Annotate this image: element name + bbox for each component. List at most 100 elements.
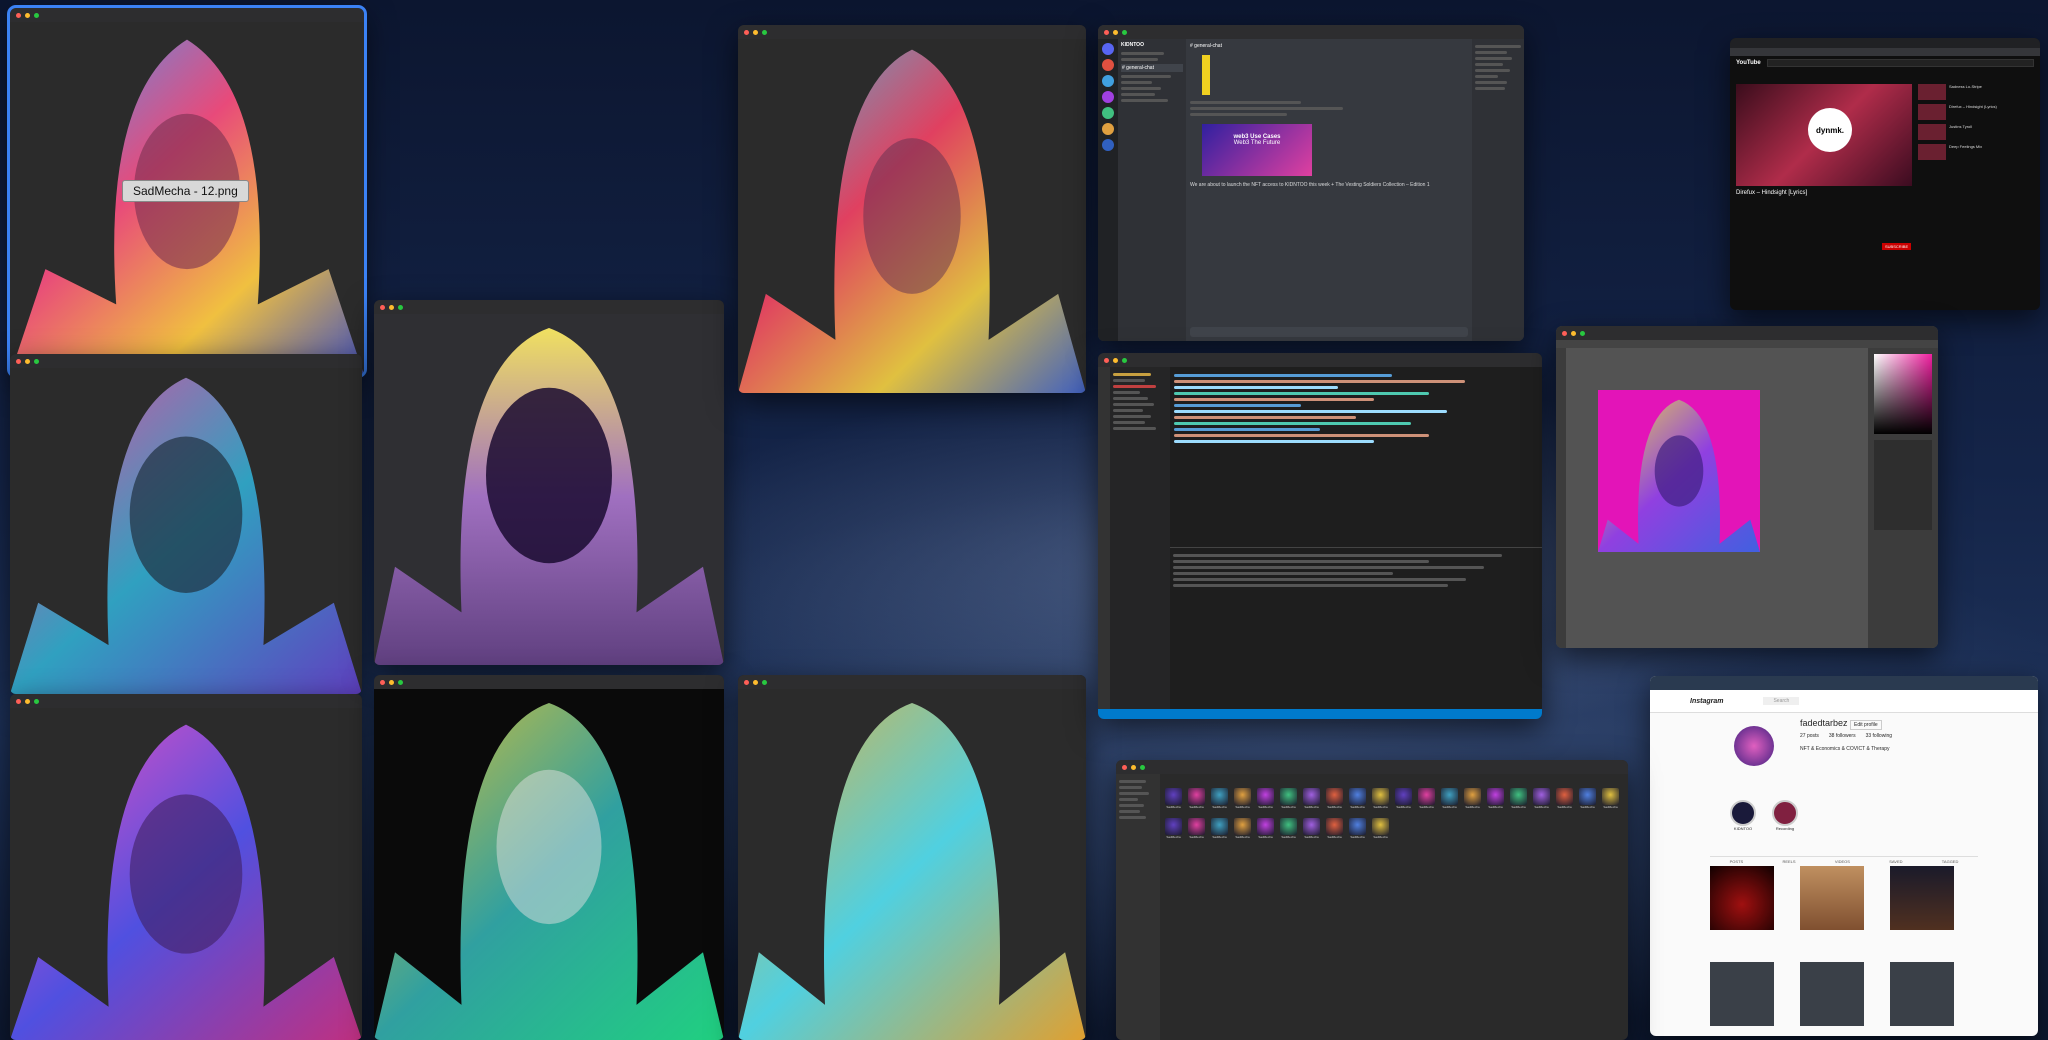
terminal-panel[interactable] bbox=[1170, 547, 1542, 709]
vscode-window[interactable] bbox=[1098, 353, 1542, 719]
minimize-button[interactable] bbox=[753, 679, 758, 685]
file-item[interactable]: SadMecha bbox=[1256, 788, 1275, 814]
message-input[interactable] bbox=[1190, 327, 1468, 337]
highlight-item[interactable]: KIDNTOO bbox=[1730, 800, 1756, 831]
titlebar[interactable] bbox=[1098, 25, 1524, 39]
preview-window-4[interactable] bbox=[374, 300, 724, 665]
titlebar[interactable] bbox=[1556, 326, 1938, 340]
file-item[interactable]: SadMecha bbox=[1509, 788, 1528, 814]
file-item[interactable]: SadMecha bbox=[1325, 788, 1344, 814]
layers-panel[interactable] bbox=[1874, 440, 1932, 530]
close-button[interactable] bbox=[744, 679, 749, 685]
close-button[interactable] bbox=[1104, 357, 1109, 363]
file-item[interactable]: SadMecha bbox=[1371, 818, 1390, 844]
close-button[interactable] bbox=[16, 12, 21, 18]
titlebar[interactable] bbox=[10, 694, 362, 708]
posts-count[interactable]: 27 posts bbox=[1800, 733, 1819, 739]
video-player[interactable]: dynmk. bbox=[1736, 84, 1912, 186]
followers-count[interactable]: 38 followers bbox=[1829, 733, 1856, 739]
zoom-button[interactable] bbox=[762, 679, 767, 685]
tab-posts[interactable]: POSTS bbox=[1730, 859, 1744, 864]
channel-general-chat[interactable]: # general-chat bbox=[1121, 64, 1183, 72]
post-thumbnail[interactable] bbox=[1710, 962, 1774, 1026]
highlight-item[interactable]: Recording bbox=[1772, 800, 1798, 831]
youtube-logo[interactable]: YouTube bbox=[1736, 60, 1761, 66]
minimize-button[interactable] bbox=[1113, 29, 1118, 35]
file-item[interactable]: SadMecha bbox=[1233, 788, 1252, 814]
zoom-button[interactable] bbox=[1580, 330, 1585, 336]
photoshop-window[interactable] bbox=[1556, 326, 1938, 648]
file-item[interactable]: SadMecha bbox=[1325, 818, 1344, 844]
titlebar[interactable] bbox=[374, 300, 724, 314]
zoom-button[interactable] bbox=[762, 29, 767, 35]
server-icon[interactable] bbox=[1102, 123, 1114, 135]
close-button[interactable] bbox=[16, 698, 21, 704]
file-item[interactable]: SadMecha bbox=[1532, 788, 1551, 814]
titlebar[interactable] bbox=[10, 354, 362, 368]
document-canvas[interactable] bbox=[1598, 390, 1760, 552]
file-item[interactable]: SadMecha bbox=[1486, 788, 1505, 814]
code-editor[interactable] bbox=[1170, 367, 1542, 547]
file-item[interactable]: SadMecha bbox=[1187, 818, 1206, 844]
server-icon[interactable] bbox=[1102, 75, 1114, 87]
server-icon[interactable] bbox=[1102, 139, 1114, 151]
zoom-button[interactable] bbox=[34, 698, 39, 704]
tools-panel[interactable] bbox=[1556, 348, 1566, 648]
list-item[interactable]: Justins Tyroll bbox=[1918, 124, 2036, 140]
close-button[interactable] bbox=[1104, 29, 1109, 35]
titlebar[interactable] bbox=[738, 675, 1086, 689]
close-button[interactable] bbox=[744, 29, 749, 35]
close-button[interactable] bbox=[16, 358, 21, 364]
titlebar[interactable] bbox=[1098, 353, 1542, 367]
file-item[interactable]: SadMecha bbox=[1164, 818, 1183, 844]
file-item[interactable]: SadMecha bbox=[1187, 788, 1206, 814]
tab-videos[interactable]: VIDEOS bbox=[1835, 859, 1850, 864]
close-button[interactable] bbox=[380, 304, 385, 310]
search-input[interactable]: Search bbox=[1763, 697, 1800, 705]
titlebar[interactable] bbox=[738, 25, 1086, 39]
search-input[interactable] bbox=[1766, 59, 2034, 67]
server-icon[interactable] bbox=[1102, 59, 1114, 71]
file-item[interactable]: SadMecha bbox=[1210, 788, 1229, 814]
file-item[interactable]: SadMecha bbox=[1256, 818, 1275, 844]
avatar[interactable] bbox=[1734, 726, 1774, 766]
preview-window-3[interactable] bbox=[10, 694, 362, 1040]
browser-tabs[interactable] bbox=[1650, 676, 2038, 690]
post-thumbnail[interactable] bbox=[1800, 962, 1864, 1026]
zoom-button[interactable] bbox=[1122, 29, 1127, 35]
file-item[interactable]: SadMecha bbox=[1302, 818, 1321, 844]
close-button[interactable] bbox=[1122, 764, 1127, 770]
minimize-button[interactable] bbox=[1113, 357, 1118, 363]
preview-window-1[interactable]: SadMecha - 12.png bbox=[7, 5, 367, 378]
list-item[interactable]: Deep Feelings Mix bbox=[1918, 144, 2036, 160]
subscribe-button[interactable]: SUBSCRIBE bbox=[1882, 243, 1912, 250]
file-item[interactable]: SadMecha bbox=[1394, 788, 1413, 814]
titlebar[interactable] bbox=[10, 8, 364, 22]
server-icon[interactable] bbox=[1102, 43, 1114, 55]
minimize-button[interactable] bbox=[1571, 330, 1576, 336]
link-embed[interactable]: web3 Use Cases Web3 The Future bbox=[1202, 124, 1312, 176]
instagram-window[interactable]: Instagram Search fadedtarbez Edit profil… bbox=[1650, 676, 2038, 1036]
file-item[interactable]: SadMecha bbox=[1440, 788, 1459, 814]
file-item[interactable]: SadMecha bbox=[1210, 818, 1229, 844]
minimize-button[interactable] bbox=[25, 358, 30, 364]
file-item[interactable]: SadMecha bbox=[1302, 788, 1321, 814]
minimize-button[interactable] bbox=[25, 698, 30, 704]
post-thumbnail[interactable] bbox=[1890, 866, 1954, 930]
server-icon[interactable] bbox=[1102, 91, 1114, 103]
list-item[interactable]: Direfux – Hindsight (Lyrics) bbox=[1918, 104, 2036, 120]
file-item[interactable]: SadMecha bbox=[1417, 788, 1436, 814]
browser-tabs[interactable] bbox=[1730, 38, 2040, 48]
minimize-button[interactable] bbox=[389, 679, 394, 685]
file-item[interactable]: SadMecha bbox=[1371, 788, 1390, 814]
minimize-button[interactable] bbox=[753, 29, 758, 35]
preview-window-2[interactable] bbox=[10, 354, 362, 694]
tab-saved[interactable]: SAVED bbox=[1889, 859, 1902, 864]
preview-window-6[interactable] bbox=[738, 25, 1086, 393]
close-button[interactable] bbox=[380, 679, 385, 685]
file-item[interactable]: SadMecha bbox=[1348, 788, 1367, 814]
file-item[interactable]: SadMecha bbox=[1279, 818, 1298, 844]
tab-tagged[interactable]: TAGGED bbox=[1942, 859, 1959, 864]
minimize-button[interactable] bbox=[389, 304, 394, 310]
file-item[interactable]: SadMecha bbox=[1463, 788, 1482, 814]
